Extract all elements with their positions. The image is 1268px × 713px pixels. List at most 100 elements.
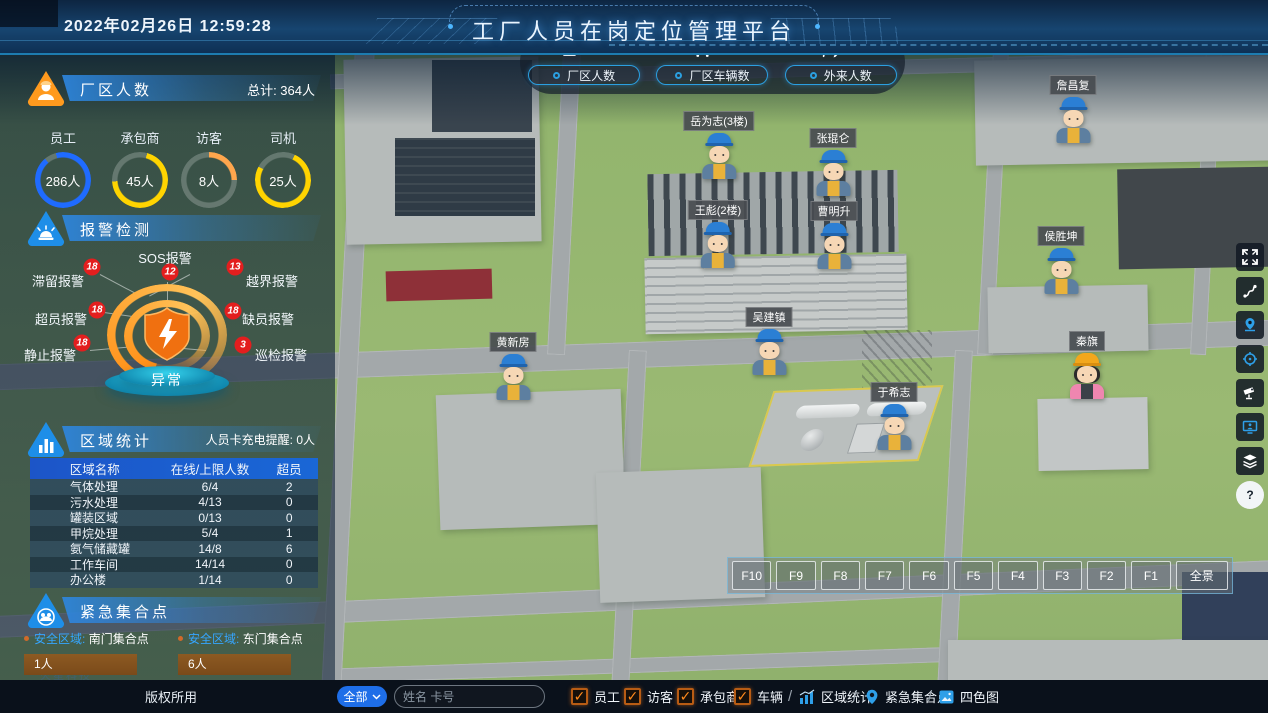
stat-label-pill[interactable]: 外来人数 — [785, 65, 897, 85]
checkbox-contractors[interactable]: ✓承包商 — [677, 680, 739, 713]
map-equipment — [395, 138, 535, 216]
ring-employees: 员工 286人 — [28, 128, 98, 208]
search-input[interactable] — [395, 686, 545, 707]
bar-chart-icon — [799, 689, 815, 704]
legend-four-color-map[interactable]: 四色图 — [939, 680, 999, 713]
alarm-center-label: 异常 — [151, 370, 183, 390]
table-row[interactable]: 气体处理 6/4 2 — [30, 479, 318, 495]
checkbox-icon: ✓ — [734, 688, 751, 705]
map-building-pad — [987, 285, 1148, 354]
alarm-item-label: 越界报警 — [246, 271, 298, 290]
dot-icon — [675, 72, 682, 79]
person-marker[interactable]: 岳为志(3楼) — [683, 111, 754, 179]
siren-triangle-icon — [26, 210, 66, 246]
panel-assembly: 紧急集合点 安全区域: 南门集合点 1人 安全区域: 东门集合点 6人 — [0, 590, 335, 680]
dot-icon — [553, 72, 560, 79]
left-sidebar: 厂区人数 总计: 364人 员工 286人 承包商 45人 访客 8人 司机 — [0, 55, 335, 680]
alarm-item-label: 静止报警 — [24, 345, 76, 364]
help-button[interactable]: ? — [1236, 481, 1264, 509]
map-tank-sphere — [798, 429, 828, 452]
target-center-button[interactable] — [1236, 345, 1264, 373]
assembly-count-bar: 1人 — [24, 654, 137, 675]
panel-alarm-detect: 报警检测 SOS报警 12 滞留报警 18 越界报警 13 超员报警 18 缺员… — [0, 210, 335, 415]
cctv-camera-button[interactable] — [1236, 379, 1264, 407]
floor-button-f2[interactable]: F2 — [1087, 561, 1126, 590]
alarm-item-label: 滞留报警 — [32, 271, 84, 290]
table-row[interactable]: 氨气储藏罐 14/8 6 — [30, 541, 318, 557]
worker-triangle-icon — [26, 70, 66, 106]
layers-button[interactable] — [1236, 447, 1264, 475]
separator: / — [788, 680, 792, 713]
floor-button-f9[interactable]: F9 — [776, 561, 815, 590]
alarm-item-label: 缺员报警 — [242, 309, 294, 328]
table-row[interactable]: 工作车间 14/14 0 — [30, 557, 318, 573]
person-marker[interactable]: 曹明升 — [811, 201, 858, 269]
floor-button-f3[interactable]: F3 — [1043, 561, 1082, 590]
table-row[interactable]: 污水处理 4/13 0 — [30, 495, 318, 511]
fullscreen-button[interactable] — [1236, 243, 1264, 271]
alarm-count-badge: 18 — [74, 335, 91, 352]
table-row[interactable]: 罐装区域 0/13 0 — [30, 510, 318, 526]
total-count: 总计: 364人 — [247, 80, 315, 99]
stat-label-pill[interactable]: 厂区车辆数 — [656, 65, 768, 85]
floor-button-f5[interactable]: F5 — [954, 561, 993, 590]
monitor-person-button[interactable] — [1236, 413, 1264, 441]
floor-button-f1[interactable]: F1 — [1131, 561, 1170, 590]
floor-button-f6[interactable]: F6 — [909, 561, 948, 590]
alarm-count-badge: 12 — [162, 264, 179, 281]
alarm-count-badge: 18 — [84, 259, 101, 276]
separator: / — [928, 680, 932, 713]
floor-button-panorama[interactable]: 全景 — [1176, 561, 1228, 590]
floor-button-f10[interactable]: F10 — [732, 561, 771, 590]
ring-visitors: 访客 8人 — [174, 128, 244, 208]
factory-positioning-platform: 火星科技 2022年02月26日 12:59:28 工厂人员在岗定位管理平台 厂… — [0, 0, 1268, 713]
card-charge-reminder: 人员卡充电提醒: 0人 — [206, 431, 315, 448]
datetime-display: 2022年02月26日 12:59:28 — [64, 12, 272, 36]
person-marker[interactable]: 侯胜坤 — [1038, 226, 1085, 294]
checkbox-icon: ✓ — [571, 688, 588, 705]
person-marker[interactable]: 詹昌复 — [1050, 75, 1097, 143]
alarm-count-badge: 18 — [225, 303, 242, 320]
assembly-count-bar: 6人 — [178, 654, 291, 675]
panel-title: 紧急集合点 — [80, 601, 170, 622]
locate-pin-button[interactable] — [1236, 311, 1264, 339]
panel-title: 厂区人数 — [80, 79, 152, 100]
person-marker[interactable]: 张琨仑 — [810, 128, 857, 196]
table-row[interactable]: 办公楼 1/14 0 — [30, 572, 318, 588]
header-corner-decor — [0, 0, 58, 27]
checkbox-employees[interactable]: ✓员工 — [571, 680, 620, 713]
search-box — [394, 685, 545, 708]
legend-assembly-points[interactable]: 紧急集合点 — [865, 680, 950, 713]
person-marker[interactable]: 王彪(2楼) — [688, 200, 748, 268]
ring-contractors: 承包商 45人 — [105, 128, 175, 208]
checkbox-visitors[interactable]: ✓访客 — [624, 680, 673, 713]
person-marker[interactable]: 秦旗 — [1069, 331, 1105, 399]
worker-avatar — [877, 404, 911, 450]
bottom-bar: 版权所用 全部 ✓员工 ✓访客 ✓承包商 ✓车辆 / 区域统计 / 紧急集合点 … — [0, 680, 1268, 713]
alarm-count-badge: 3 — [235, 337, 252, 354]
person-marker[interactable]: 黄新房 — [490, 332, 537, 400]
dot-icon — [810, 72, 817, 79]
table-row[interactable]: 甲烷处理 5/4 1 — [30, 526, 318, 542]
stat-label-pill[interactable]: 厂区人数 — [528, 65, 640, 85]
map-road — [547, 50, 581, 356]
separator: / — [853, 680, 857, 713]
person-marker[interactable]: 于希志 — [871, 382, 918, 450]
legend-area-stats[interactable]: 区域统计 — [799, 680, 873, 713]
panel-title: 区域统计 — [80, 430, 152, 451]
worker-avatar — [752, 329, 786, 375]
floor-button-f4[interactable]: F4 — [998, 561, 1037, 590]
panel-area-stats: 区域统计 人员卡充电提醒: 0人 区域名称 在线/上限人数 超员 气体处理 6/… — [0, 418, 335, 588]
floor-button-f8[interactable]: F8 — [821, 561, 860, 590]
alarm-item-label: 巡检报警 — [255, 345, 307, 364]
svg-text:?: ? — [1246, 488, 1253, 502]
checkbox-vehicles[interactable]: ✓车辆 — [734, 680, 783, 713]
panel-factory-count: 厂区人数 总计: 364人 员工 286人 承包商 45人 访客 8人 司机 — [0, 70, 335, 210]
map-equipment-racks — [647, 170, 898, 256]
filter-all-dropdown[interactable]: 全部 — [337, 686, 387, 707]
alarm-count-badge: 13 — [227, 259, 244, 276]
person-marker[interactable]: 吴建镇 — [746, 307, 793, 375]
ring-drivers: 司机 25人 — [248, 128, 318, 208]
route-track-button[interactable] — [1236, 277, 1264, 305]
floor-button-f7[interactable]: F7 — [865, 561, 904, 590]
